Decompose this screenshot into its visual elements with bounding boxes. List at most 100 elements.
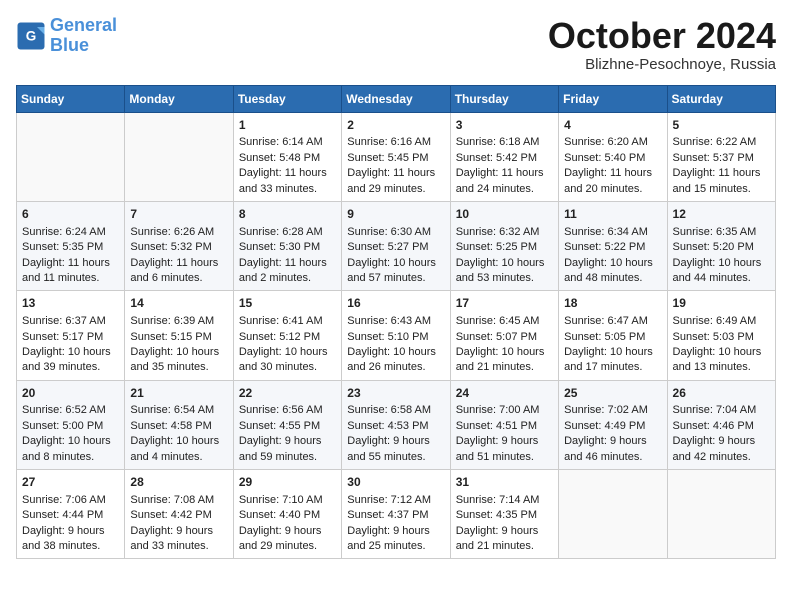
daylight-text: Daylight: 9 hours and 25 minutes. <box>347 524 444 555</box>
sunset-text: Sunset: 5:07 PM <box>456 330 553 345</box>
calendar-cell: 3Sunrise: 6:18 AMSunset: 5:42 PMDaylight… <box>450 112 558 201</box>
daylight-text: Daylight: 11 hours and 15 minutes. <box>673 166 770 197</box>
sunset-text: Sunset: 4:53 PM <box>347 419 444 434</box>
calendar-cell: 22Sunrise: 6:56 AMSunset: 4:55 PMDayligh… <box>233 380 341 469</box>
sunrise-text: Sunrise: 6:56 AM <box>239 403 336 418</box>
sunrise-text: Sunrise: 6:30 AM <box>347 225 444 240</box>
sunrise-text: Sunrise: 6:43 AM <box>347 314 444 329</box>
sunrise-text: Sunrise: 7:04 AM <box>673 403 770 418</box>
day-number: 6 <box>22 206 119 223</box>
sunrise-text: Sunrise: 6:52 AM <box>22 403 119 418</box>
sunrise-text: Sunrise: 7:14 AM <box>456 493 553 508</box>
calendar-body: 1Sunrise: 6:14 AMSunset: 5:48 PMDaylight… <box>17 112 776 559</box>
daylight-text: Daylight: 11 hours and 11 minutes. <box>22 256 119 287</box>
sunset-text: Sunset: 5:05 PM <box>564 330 661 345</box>
day-number: 24 <box>456 385 553 402</box>
sunrise-text: Sunrise: 6:45 AM <box>456 314 553 329</box>
sunset-text: Sunset: 4:49 PM <box>564 419 661 434</box>
calendar-week-row: 20Sunrise: 6:52 AMSunset: 5:00 PMDayligh… <box>17 380 776 469</box>
calendar-week-row: 1Sunrise: 6:14 AMSunset: 5:48 PMDaylight… <box>17 112 776 201</box>
calendar-cell: 16Sunrise: 6:43 AMSunset: 5:10 PMDayligh… <box>342 291 450 380</box>
calendar-cell: 12Sunrise: 6:35 AMSunset: 5:20 PMDayligh… <box>667 201 775 290</box>
sunrise-text: Sunrise: 6:32 AM <box>456 225 553 240</box>
daylight-text: Daylight: 10 hours and 53 minutes. <box>456 256 553 287</box>
sunrise-text: Sunrise: 7:08 AM <box>130 493 227 508</box>
daylight-text: Daylight: 9 hours and 33 minutes. <box>130 524 227 555</box>
day-number: 19 <box>673 295 770 312</box>
calendar-week-row: 27Sunrise: 7:06 AMSunset: 4:44 PMDayligh… <box>17 470 776 559</box>
svg-text:G: G <box>26 28 37 43</box>
daylight-text: Daylight: 9 hours and 46 minutes. <box>564 434 661 465</box>
calendar-cell: 28Sunrise: 7:08 AMSunset: 4:42 PMDayligh… <box>125 470 233 559</box>
day-number: 28 <box>130 474 227 491</box>
sunset-text: Sunset: 5:03 PM <box>673 330 770 345</box>
logo: G General Blue <box>16 16 117 56</box>
calendar-cell <box>667 470 775 559</box>
day-number: 13 <box>22 295 119 312</box>
sunrise-text: Sunrise: 6:35 AM <box>673 225 770 240</box>
calendar-cell: 1Sunrise: 6:14 AMSunset: 5:48 PMDaylight… <box>233 112 341 201</box>
calendar-cell: 6Sunrise: 6:24 AMSunset: 5:35 PMDaylight… <box>17 201 125 290</box>
calendar-cell: 2Sunrise: 6:16 AMSunset: 5:45 PMDaylight… <box>342 112 450 201</box>
sunrise-text: Sunrise: 6:20 AM <box>564 135 661 150</box>
calendar-cell: 19Sunrise: 6:49 AMSunset: 5:03 PMDayligh… <box>667 291 775 380</box>
sunset-text: Sunset: 5:37 PM <box>673 151 770 166</box>
calendar-cell: 5Sunrise: 6:22 AMSunset: 5:37 PMDaylight… <box>667 112 775 201</box>
dow-header: Sunday <box>17 85 125 112</box>
daylight-text: Daylight: 10 hours and 57 minutes. <box>347 256 444 287</box>
daylight-text: Daylight: 11 hours and 2 minutes. <box>239 256 336 287</box>
calendar-cell: 30Sunrise: 7:12 AMSunset: 4:37 PMDayligh… <box>342 470 450 559</box>
day-number: 2 <box>347 117 444 134</box>
calendar-cell: 31Sunrise: 7:14 AMSunset: 4:35 PMDayligh… <box>450 470 558 559</box>
sunrise-text: Sunrise: 7:06 AM <box>22 493 119 508</box>
logo-text: General Blue <box>50 16 117 56</box>
daylight-text: Daylight: 9 hours and 59 minutes. <box>239 434 336 465</box>
calendar-cell: 21Sunrise: 6:54 AMSunset: 4:58 PMDayligh… <box>125 380 233 469</box>
sunset-text: Sunset: 5:25 PM <box>456 240 553 255</box>
sunrise-text: Sunrise: 6:22 AM <box>673 135 770 150</box>
calendar-cell: 13Sunrise: 6:37 AMSunset: 5:17 PMDayligh… <box>17 291 125 380</box>
sunrise-text: Sunrise: 7:10 AM <box>239 493 336 508</box>
sunrise-text: Sunrise: 6:37 AM <box>22 314 119 329</box>
daylight-text: Daylight: 10 hours and 17 minutes. <box>564 345 661 376</box>
calendar-cell: 18Sunrise: 6:47 AMSunset: 5:05 PMDayligh… <box>559 291 667 380</box>
sunset-text: Sunset: 4:37 PM <box>347 508 444 523</box>
day-number: 8 <box>239 206 336 223</box>
daylight-text: Daylight: 10 hours and 48 minutes. <box>564 256 661 287</box>
sunrise-text: Sunrise: 6:34 AM <box>564 225 661 240</box>
sunrise-text: Sunrise: 6:47 AM <box>564 314 661 329</box>
dow-header: Thursday <box>450 85 558 112</box>
sunrise-text: Sunrise: 6:24 AM <box>22 225 119 240</box>
dow-header: Saturday <box>667 85 775 112</box>
dow-header: Tuesday <box>233 85 341 112</box>
calendar-cell <box>559 470 667 559</box>
daylight-text: Daylight: 9 hours and 21 minutes. <box>456 524 553 555</box>
sunset-text: Sunset: 4:44 PM <box>22 508 119 523</box>
sunset-text: Sunset: 5:22 PM <box>564 240 661 255</box>
location: Blizhne-Pesochnoye, Russia <box>548 56 776 73</box>
sunrise-text: Sunrise: 6:41 AM <box>239 314 336 329</box>
sunrise-text: Sunrise: 7:00 AM <box>456 403 553 418</box>
day-number: 1 <box>239 117 336 134</box>
calendar-cell: 26Sunrise: 7:04 AMSunset: 4:46 PMDayligh… <box>667 380 775 469</box>
day-number: 20 <box>22 385 119 402</box>
daylight-text: Daylight: 11 hours and 6 minutes. <box>130 256 227 287</box>
sunset-text: Sunset: 4:46 PM <box>673 419 770 434</box>
dow-header: Monday <box>125 85 233 112</box>
calendar-cell: 11Sunrise: 6:34 AMSunset: 5:22 PMDayligh… <box>559 201 667 290</box>
sunrise-text: Sunrise: 7:02 AM <box>564 403 661 418</box>
calendar-cell: 8 Sunrise: 6:28 AMSunset: 5:30 PMDaylight… <box>233 201 341 290</box>
calendar-cell <box>17 112 125 201</box>
sunset-text: Sunset: 4:40 PM <box>239 508 336 523</box>
day-number: 22 <box>239 385 336 402</box>
calendar-cell: 4Sunrise: 6:20 AMSunset: 5:40 PMDaylight… <box>559 112 667 201</box>
daylight-text: Daylight: 9 hours and 42 minutes. <box>673 434 770 465</box>
sunset-text: Sunset: 5:30 PM <box>239 240 336 255</box>
daylight-text: Daylight: 11 hours and 29 minutes. <box>347 166 444 197</box>
sunrise-text: Sunrise: 6:28 AM <box>239 225 336 240</box>
sunrise-text: Sunrise: 6:54 AM <box>130 403 227 418</box>
calendar-cell: 20Sunrise: 6:52 AMSunset: 5:00 PMDayligh… <box>17 380 125 469</box>
daylight-text: Daylight: 10 hours and 13 minutes. <box>673 345 770 376</box>
calendar-cell: 9Sunrise: 6:30 AMSunset: 5:27 PMDaylight… <box>342 201 450 290</box>
daylight-text: Daylight: 9 hours and 55 minutes. <box>347 434 444 465</box>
